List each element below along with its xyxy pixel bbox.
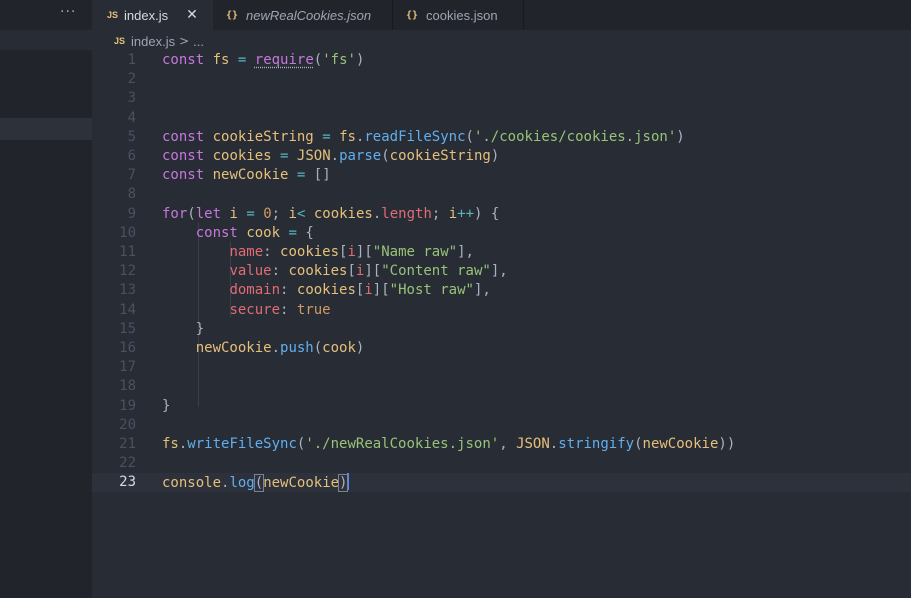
code-line[interactable]: 15 } <box>92 320 911 339</box>
code-line[interactable]: 5 const cookieString = fs.readFileSync('.… <box>92 128 911 147</box>
line-number: 17 <box>119 359 136 376</box>
line-number: 21 <box>119 436 136 452</box>
code-line[interactable]: 7 const newCookie = [] <box>92 166 911 185</box>
breadcrumb-file[interactable]: index.js <box>131 34 175 49</box>
code-text[interactable]: console.log(newCookie) <box>162 473 350 493</box>
code-line[interactable]: 9 for(let i = 0; i< cookies.length; i++) … <box>92 205 911 224</box>
code-line[interactable]: 2 <box>92 70 911 89</box>
javascript-file-icon: JS <box>114 36 126 46</box>
code-line[interactable]: 6 const cookies = JSON.parse(cookieString… <box>92 147 911 166</box>
sidebar-header: ··· <box>0 0 92 30</box>
code-text[interactable]: const fs = require('fs') <box>162 51 364 70</box>
text-cursor <box>347 473 350 491</box>
code-line[interactable]: 11 name: cookies[i]["Name raw"], <box>92 243 911 262</box>
line-number: 3 <box>127 90 136 107</box>
line-number: 12 <box>119 263 136 280</box>
line-number: 22 <box>119 455 136 472</box>
tab-index-js[interactable]: JS index.js ✕ <box>92 0 213 30</box>
line-number: 10 <box>119 224 136 241</box>
code-line[interactable]: 8 <box>92 185 911 204</box>
line-number: 23 <box>119 474 136 491</box>
line-number: 19 <box>119 397 136 414</box>
code-line[interactable]: 10 const cook = { <box>92 224 911 243</box>
code-line[interactable]: 18 <box>92 377 911 396</box>
code-line[interactable]: 16 newCookie.push(cook) <box>92 339 911 358</box>
code-line[interactable]: 21 fs.writeFileSync('./newRealCookies.jso… <box>92 435 911 454</box>
line-number: 2 <box>127 71 136 88</box>
line-number: 14 <box>119 301 136 318</box>
code-line[interactable]: 22 <box>92 454 911 473</box>
code-text[interactable]: } <box>162 320 204 339</box>
sidebar-selected-item[interactable] <box>0 118 92 140</box>
tab-label: index.js <box>124 7 169 23</box>
code-text[interactable]: const cookieString = fs.readFileSync('./… <box>162 128 685 147</box>
code-line[interactable]: 14 secure: true <box>92 301 911 320</box>
code-line[interactable]: 12 value: cookies[i]["Content raw"], <box>92 262 911 281</box>
code-text[interactable]: const newCookie = [] <box>162 166 331 185</box>
code-text[interactable]: const cook = { <box>162 224 314 243</box>
line-number: 1 <box>127 52 136 68</box>
code-text[interactable]: newCookie.push(cook) <box>162 339 365 358</box>
code-text[interactable]: value: cookies[i]["Content raw"], <box>162 262 507 281</box>
sidebar: ··· <box>0 0 92 598</box>
line-number: 15 <box>119 320 136 337</box>
json-file-icon: {} <box>226 9 239 21</box>
chevron-right-icon: > <box>179 34 190 48</box>
code-line[interactable]: 19} <box>92 397 911 416</box>
code-line[interactable]: 17 <box>92 358 911 377</box>
code-text[interactable]: } <box>162 397 170 416</box>
line-number: 5 <box>127 128 136 145</box>
line-number: 16 <box>119 340 136 356</box>
close-icon[interactable]: ✕ <box>186 7 198 23</box>
line-number: 8 <box>127 186 136 203</box>
code-text[interactable]: fs.writeFileSync('./newRealCookies.json'… <box>162 435 735 454</box>
breadcrumb-more[interactable]: ... <box>193 34 204 49</box>
code-text[interactable]: name: cookies[i]["Name raw"], <box>162 243 474 262</box>
code-text[interactable]: for(let i = 0; i< cookies.length; i++) { <box>162 205 499 224</box>
code-text[interactable]: secure: true <box>162 301 330 320</box>
line-number: 20 <box>119 416 136 433</box>
json-file-icon: {} <box>406 9 419 21</box>
code-line[interactable]: 1 const fs = require('fs') <box>92 51 911 70</box>
tab-newrealcookies-json[interactable]: {} newRealCookies.json <box>213 0 393 30</box>
sidebar-breadcrumb-gap <box>0 30 92 50</box>
line-number: 18 <box>119 378 136 395</box>
tab-bar: JS index.js ✕ {} newRealCookies.json {} … <box>92 0 911 30</box>
code-line[interactable]: 13 domain: cookies[i]["Host raw"], <box>92 281 911 300</box>
code-line[interactable]: 3 <box>92 89 911 108</box>
line-number: 11 <box>119 244 136 260</box>
code-editor[interactable]: 1 const fs = require('fs') 2 3 4 5 const cooki… <box>92 50 911 598</box>
javascript-file-icon: JS <box>107 10 119 20</box>
line-number: 13 <box>119 282 136 299</box>
line-number: 6 <box>127 148 136 164</box>
line-number: 4 <box>127 109 136 126</box>
line-number: 9 <box>127 205 136 222</box>
breadcrumb: JS index.js > ... <box>114 32 204 50</box>
tab-label: newRealCookies.json <box>246 7 372 23</box>
tab-cookies-json[interactable]: {} cookies.json <box>393 0 524 30</box>
code-text[interactable]: domain: cookies[i]["Host raw"], <box>162 281 490 300</box>
code-line[interactable]: 23 console.log(newCookie) <box>92 473 911 493</box>
code-line[interactable]: 4 <box>92 109 911 128</box>
line-number: 7 <box>127 167 136 184</box>
code-line[interactable]: 20 <box>92 416 911 435</box>
code-text[interactable]: const cookies = JSON.parse(cookieString) <box>162 147 499 166</box>
more-actions-icon[interactable]: ··· <box>60 4 76 20</box>
tab-label: cookies.json <box>426 7 498 23</box>
